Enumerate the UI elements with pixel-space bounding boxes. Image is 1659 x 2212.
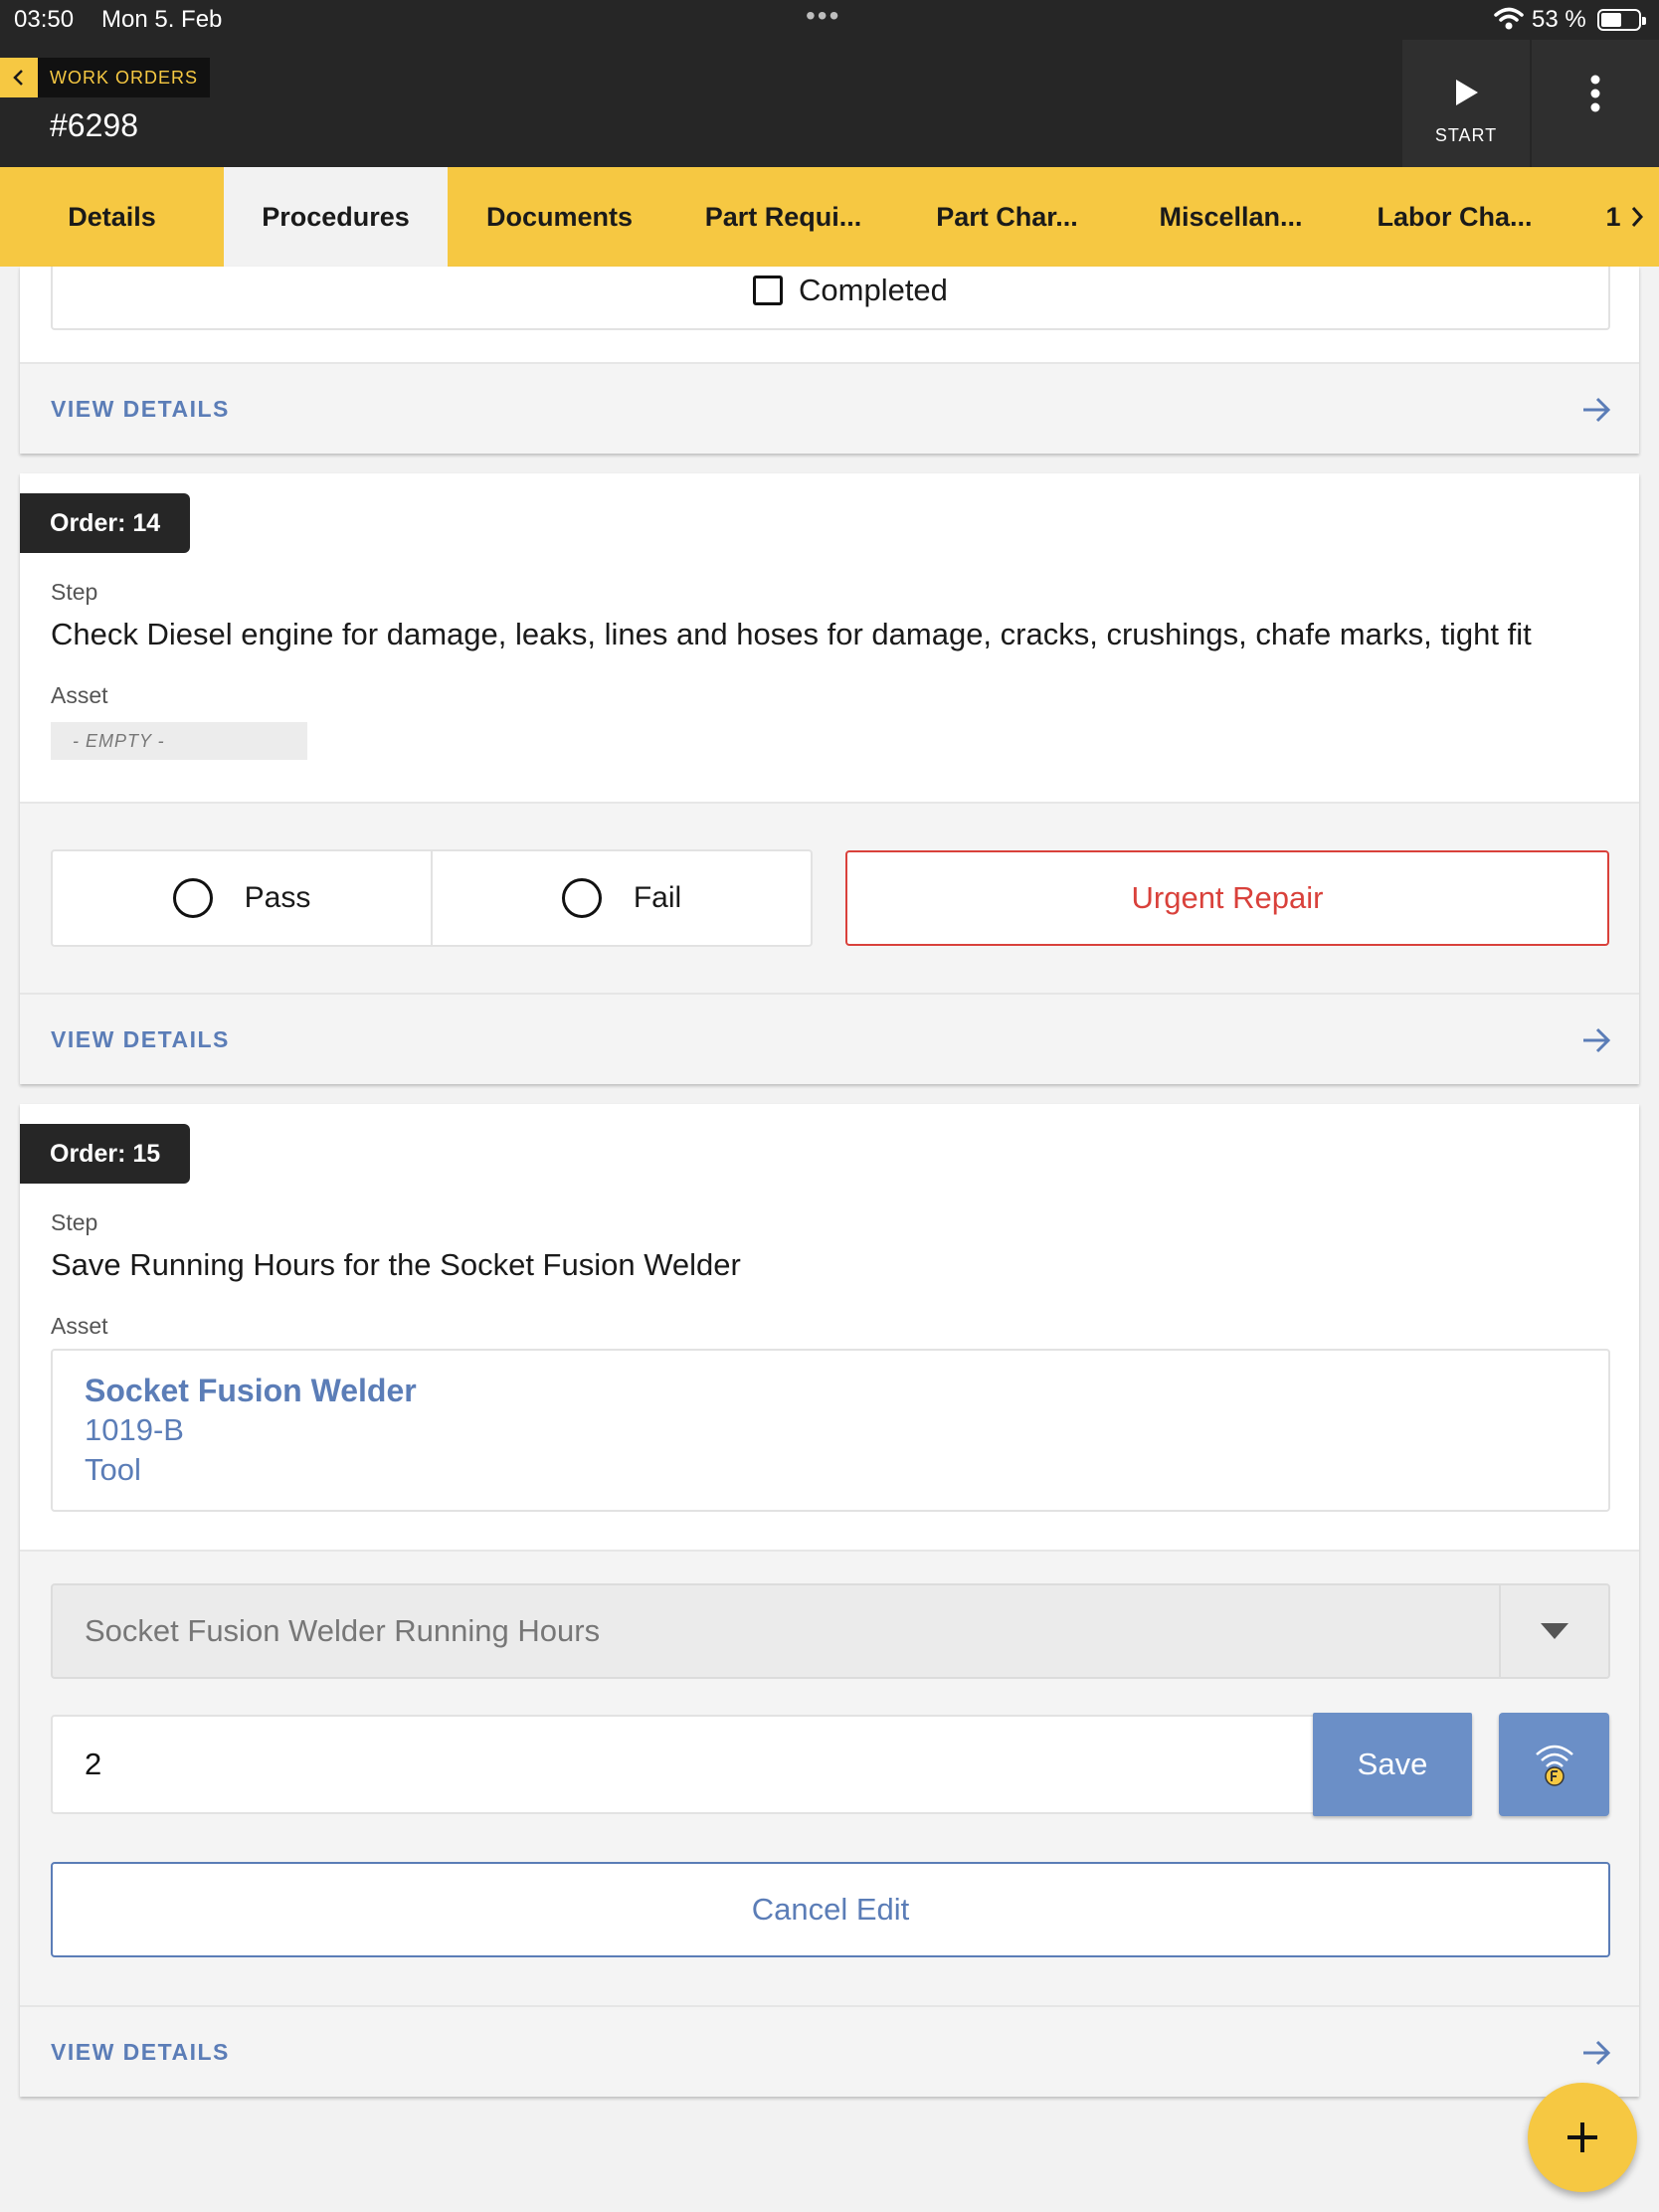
- view-details-link[interactable]: VIEW DETAILS: [20, 2005, 1639, 2097]
- chevron-right-icon: [1631, 207, 1643, 227]
- status-date: Mon 5. Feb: [101, 6, 223, 33]
- urgent-repair-button[interactable]: Urgent Repair: [845, 850, 1609, 946]
- tab-documents[interactable]: Documents: [448, 167, 671, 267]
- step-label: Step: [51, 1209, 98, 1235]
- procedure-card-15: Order: 15 Step Save Running Hours for th…: [20, 1104, 1639, 2097]
- arrow-right-icon: [1583, 1027, 1611, 1053]
- asset-name: Socket Fusion Welder: [85, 1373, 417, 1408]
- completed-field: Completed: [51, 267, 1610, 330]
- start-label: START: [1434, 125, 1498, 145]
- step-text: Check Diesel engine for damage, leaks, l…: [51, 617, 1532, 651]
- plus-icon: [1567, 2122, 1597, 2152]
- meter-select[interactable]: Socket Fusion Welder Running Hours: [51, 1583, 1610, 1679]
- radio-circle-icon: [172, 878, 213, 918]
- tab-bar: Details Procedures Documents Part Requi.…: [0, 167, 1659, 267]
- fail-label: Fail: [633, 881, 682, 914]
- meter-value-input[interactable]: 2: [51, 1715, 1316, 1814]
- completed-checkbox[interactable]: Completed: [753, 267, 948, 314]
- tab-part-charges[interactable]: Part Char...: [895, 167, 1119, 267]
- battery-percent: 53 %: [1532, 6, 1586, 33]
- completed-label: Completed: [799, 273, 948, 307]
- arrow-right-icon: [1583, 2040, 1611, 2066]
- tab-details[interactable]: Details: [0, 167, 224, 267]
- caret-down-icon: [1541, 1623, 1568, 1639]
- asset-label: Asset: [51, 682, 108, 708]
- asset-code: 1019-B: [85, 1412, 184, 1447]
- tab-overflow-count: 1: [1605, 201, 1621, 232]
- play-icon: [1456, 80, 1478, 105]
- tab-overflow-button[interactable]: 1: [1591, 167, 1659, 267]
- status-bar: 03:50 Mon 5. Feb ••• 53 %: [0, 0, 1659, 40]
- view-details-label: VIEW DETAILS: [51, 1025, 230, 1052]
- asset-card[interactable]: Socket Fusion Welder 1019-B Tool: [51, 1349, 1610, 1512]
- asset-empty-chip: - EMPTY -: [51, 722, 307, 760]
- fail-radio[interactable]: Fail: [431, 851, 811, 945]
- back-label: WORK ORDERS: [38, 58, 211, 97]
- order-badge: Order: 14: [20, 493, 191, 553]
- view-details-label: VIEW DETAILS: [51, 2038, 230, 2065]
- arrow-right-icon: [1583, 397, 1611, 423]
- order-badge: Order: 15: [20, 1124, 191, 1184]
- pass-label: Pass: [244, 881, 311, 914]
- tab-miscellaneous[interactable]: Miscellan...: [1119, 167, 1343, 267]
- start-button[interactable]: START: [1402, 40, 1530, 167]
- asset-type: Tool: [85, 1452, 141, 1487]
- checkbox-icon: [753, 276, 783, 305]
- meter-zone: Socket Fusion Welder Running Hours 2 Sav…: [20, 1550, 1639, 2005]
- procedure-card-previous: Completed VIEW DETAILS: [20, 267, 1639, 454]
- battery-icon: [1597, 9, 1646, 31]
- save-button[interactable]: Save: [1313, 1713, 1472, 1816]
- view-details-link[interactable]: VIEW DETAILS: [20, 362, 1639, 454]
- asset-label: Asset: [51, 1313, 108, 1339]
- app-header: WORK ORDERS #6298 START: [0, 40, 1659, 167]
- more-options-button[interactable]: [1532, 40, 1659, 167]
- add-fab-button[interactable]: [1528, 2083, 1637, 2192]
- view-details-label: VIEW DETAILS: [51, 395, 230, 422]
- step-label: Step: [51, 579, 98, 605]
- more-vertical-icon: [1590, 75, 1600, 112]
- tab-procedures[interactable]: Procedures: [224, 167, 448, 267]
- status-time: 03:50: [14, 6, 75, 33]
- radio-circle-icon: [561, 878, 602, 918]
- tab-part-requests[interactable]: Part Requi...: [671, 167, 895, 267]
- work-order-number: #6298: [50, 107, 138, 143]
- nfc-icon: [1535, 1745, 1573, 1786]
- inspection-zone: Pass Fail Urgent Repair: [20, 802, 1639, 993]
- procedure-card-14: Order: 14 Step Check Diesel engine for d…: [20, 473, 1639, 1084]
- nfc-scan-button[interactable]: [1499, 1713, 1609, 1816]
- pass-fail-group: Pass Fail: [51, 849, 813, 947]
- view-details-link[interactable]: VIEW DETAILS: [20, 993, 1639, 1084]
- cancel-edit-button[interactable]: Cancel Edit: [51, 1862, 1610, 1957]
- tab-labor-charges[interactable]: Labor Cha...: [1343, 167, 1567, 267]
- step-text: Save Running Hours for the Socket Fusion…: [51, 1247, 741, 1282]
- back-to-work-orders-button[interactable]: WORK ORDERS: [0, 58, 211, 97]
- chevron-left-icon: [0, 58, 38, 97]
- multitasking-dots-icon[interactable]: •••: [806, 0, 840, 32]
- dropdown-caret: [1499, 1585, 1608, 1677]
- wifi-icon: [1494, 7, 1524, 30]
- pass-radio[interactable]: Pass: [53, 851, 431, 945]
- meter-select-value: Socket Fusion Welder Running Hours: [85, 1613, 601, 1648]
